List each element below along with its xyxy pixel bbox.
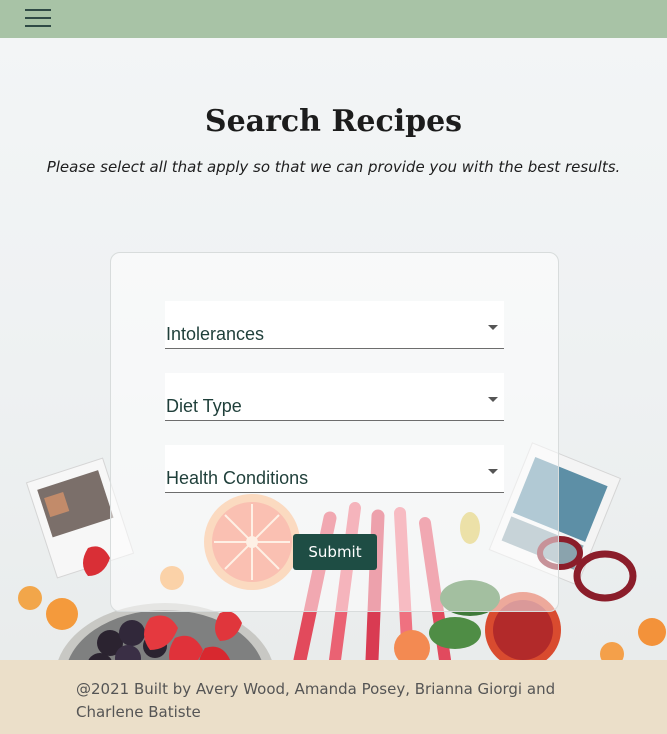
caret-down-icon <box>488 325 498 330</box>
intolerances-select[interactable]: Intolerances <box>165 301 504 349</box>
footer-credits: @2021 Built by Avery Wood, Amanda Posey,… <box>76 680 556 721</box>
top-navbar <box>0 0 667 38</box>
caret-down-icon <box>488 469 498 474</box>
diet-type-label: Diet Type <box>166 396 242 416</box>
page-subtitle: Please select all that apply so that we … <box>46 158 621 176</box>
page-footer: @2021 Built by Avery Wood, Amanda Posey,… <box>0 660 667 734</box>
intolerances-label: Intolerances <box>166 324 265 344</box>
search-form-card: Intolerances Diet Type Health Conditions… <box>110 252 559 612</box>
diet-type-select[interactable]: Diet Type <box>165 373 504 421</box>
health-conditions-select[interactable]: Health Conditions <box>165 445 504 493</box>
hero-section: Search Recipes Please select all that ap… <box>0 38 667 660</box>
page-title: Search Recipes <box>204 104 463 139</box>
health-conditions-label: Health Conditions <box>166 468 309 488</box>
caret-down-icon <box>488 397 498 402</box>
submit-button[interactable]: Submit <box>293 534 377 570</box>
hamburger-menu-icon[interactable] <box>25 8 51 28</box>
